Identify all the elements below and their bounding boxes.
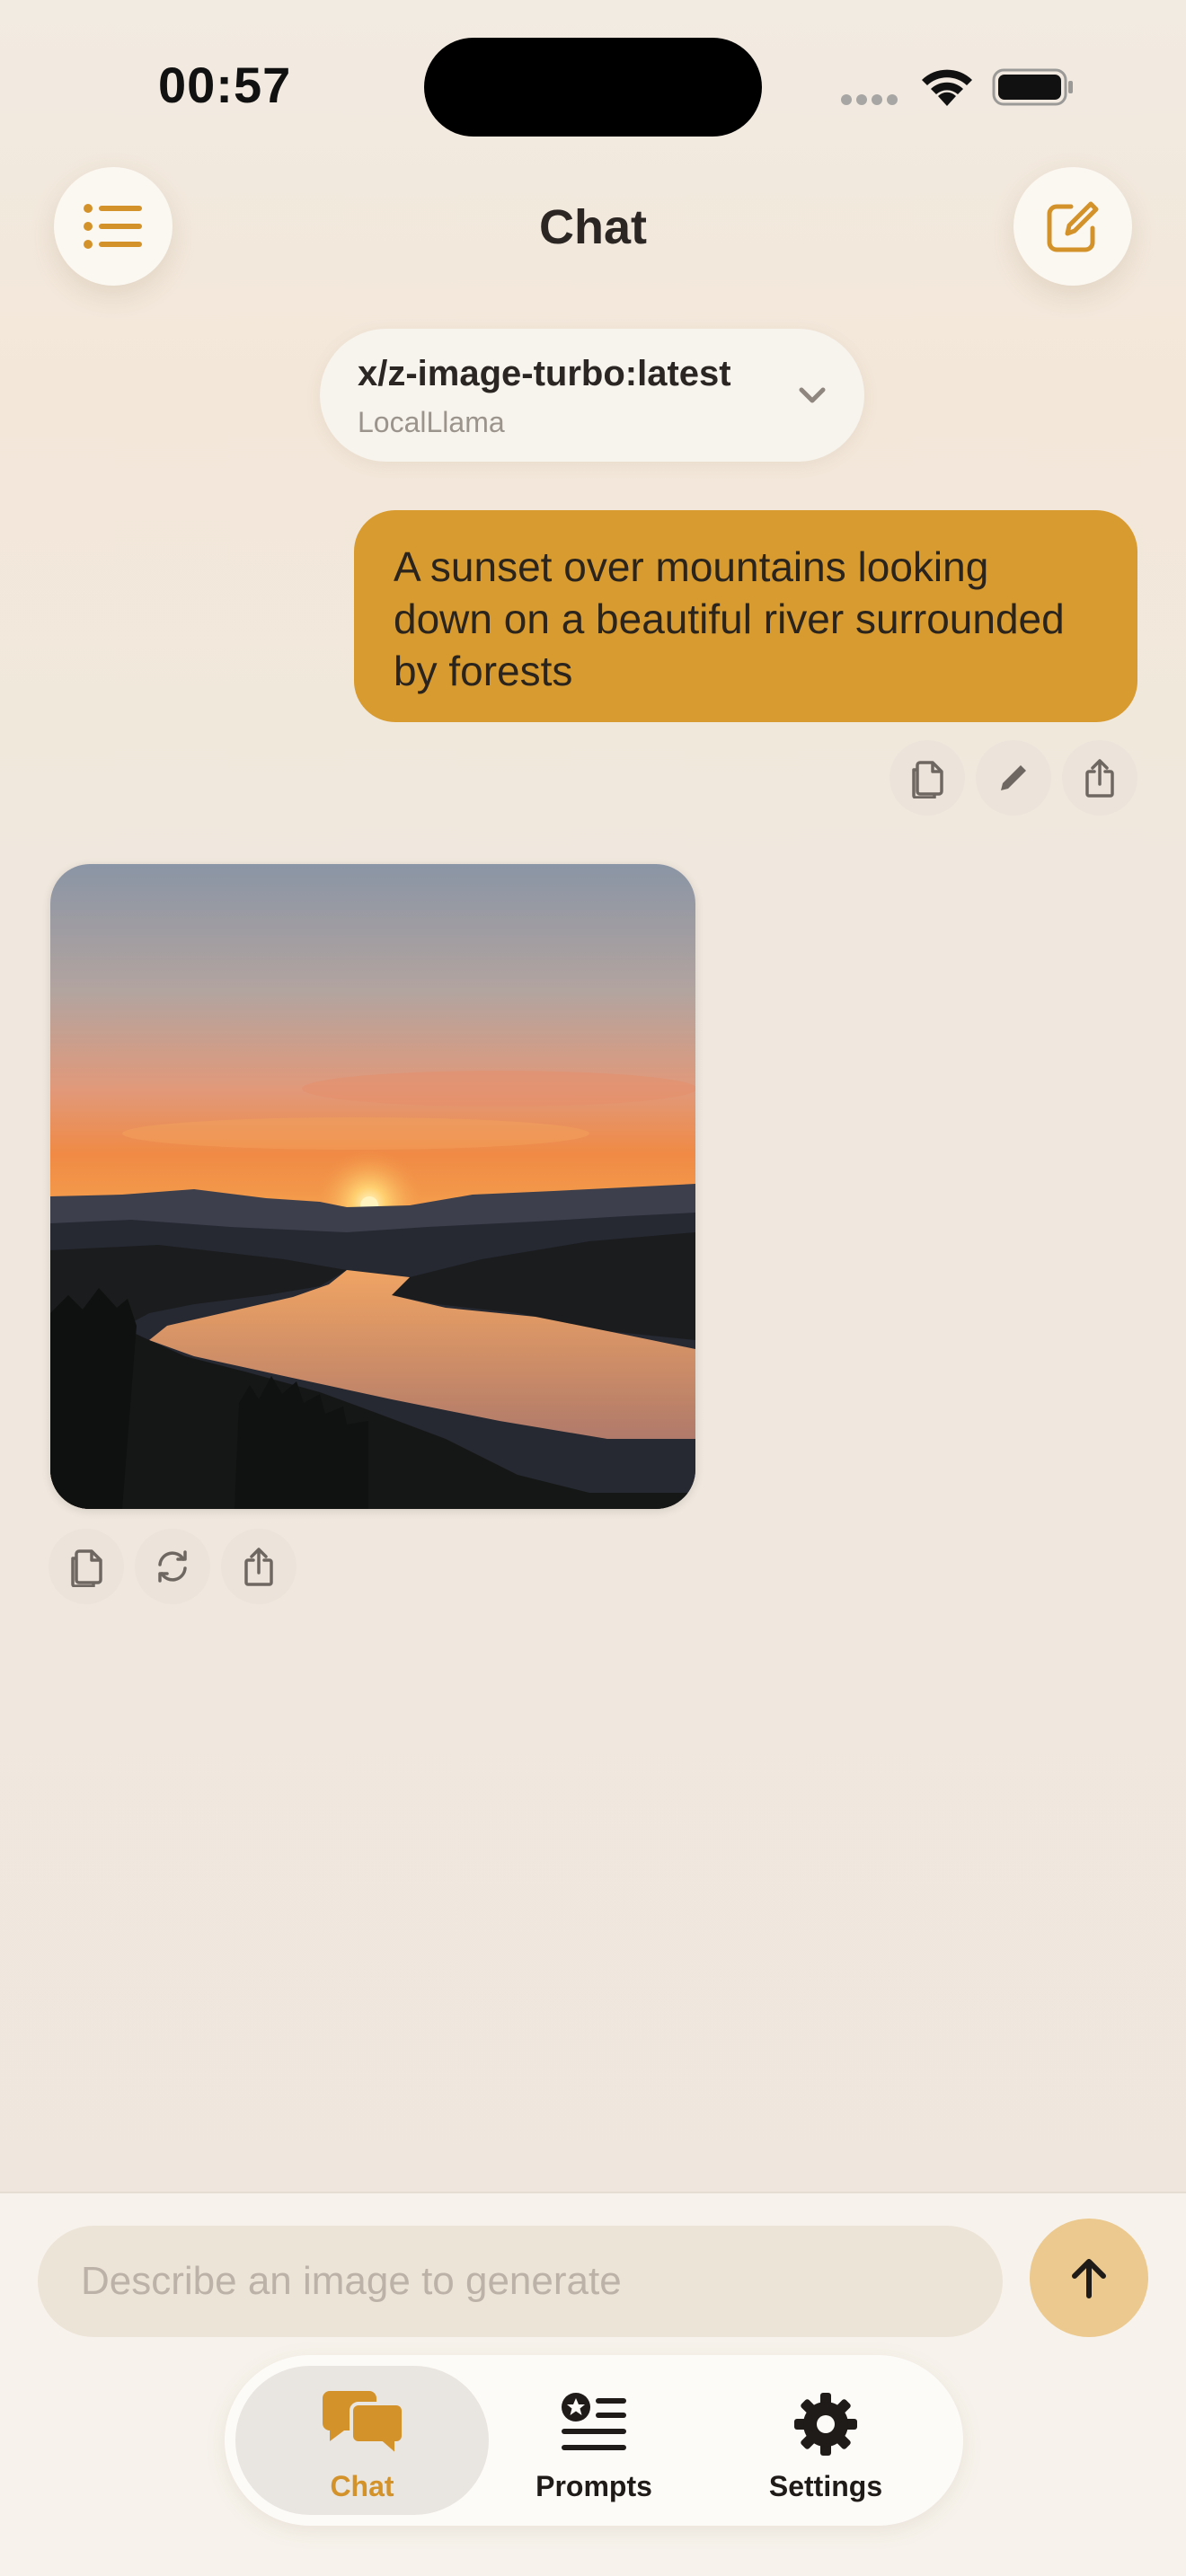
new-chat-button[interactable] bbox=[1013, 167, 1132, 286]
chevron-down-icon bbox=[799, 387, 826, 403]
regenerate-icon bbox=[158, 1550, 187, 1583]
tab-settings-label: Settings bbox=[768, 2470, 883, 2502]
page-title: Chat bbox=[539, 200, 647, 254]
model-name: x/z-image-turbo:latest bbox=[358, 354, 731, 393]
send-button[interactable] bbox=[1030, 2219, 1148, 2337]
user-message-bubble: A sunset over mountains looking down on … bbox=[354, 510, 1137, 722]
model-selector[interactable]: x/z-image-turbo:latest LocalLlama bbox=[320, 329, 864, 462]
generated-image[interactable] bbox=[50, 864, 695, 1509]
regenerate-image-button[interactable] bbox=[135, 1529, 210, 1604]
dynamic-island bbox=[424, 38, 762, 137]
status-time: 00:57 bbox=[158, 57, 292, 113]
compose-icon bbox=[1047, 201, 1099, 252]
tab-chat-label: Chat bbox=[330, 2470, 394, 2502]
tab-chat[interactable]: Chat bbox=[235, 2366, 489, 2515]
tab-prompts[interactable]: Prompts bbox=[467, 2366, 721, 2515]
arrow-up-icon bbox=[1072, 2259, 1106, 2298]
share-message-button[interactable] bbox=[1062, 740, 1137, 816]
copy-icon bbox=[912, 761, 943, 798]
share-icon bbox=[1085, 759, 1114, 798]
edit-message-button[interactable] bbox=[976, 740, 1051, 816]
tab-settings[interactable]: Settings bbox=[699, 2366, 952, 2515]
share-image-button[interactable] bbox=[221, 1529, 296, 1604]
model-provider: LocalLlama bbox=[358, 406, 505, 438]
edit-icon bbox=[1001, 765, 1026, 790]
wifi-icon bbox=[922, 69, 972, 106]
tab-prompts-label: Prompts bbox=[535, 2470, 652, 2502]
tab-bar: Chat Prompts Settings bbox=[225, 2355, 963, 2526]
status-bar: 00:57 bbox=[0, 0, 1186, 162]
copy-message-button[interactable] bbox=[890, 740, 965, 816]
gear-icon bbox=[794, 2393, 857, 2456]
header: Chat bbox=[0, 162, 1186, 314]
prompts-list-icon bbox=[562, 2393, 626, 2450]
composer-area: Chat Prompts bbox=[0, 2192, 1186, 2576]
prompt-input[interactable] bbox=[38, 2226, 1003, 2337]
sunset-river-image bbox=[50, 864, 695, 1509]
copy-icon bbox=[71, 1549, 102, 1587]
cellular-signal-icon bbox=[841, 93, 904, 105]
chat-bubbles-icon bbox=[323, 2391, 405, 2460]
battery-icon bbox=[992, 68, 1073, 106]
copy-image-button[interactable] bbox=[49, 1529, 124, 1604]
share-icon bbox=[244, 1548, 273, 1586]
